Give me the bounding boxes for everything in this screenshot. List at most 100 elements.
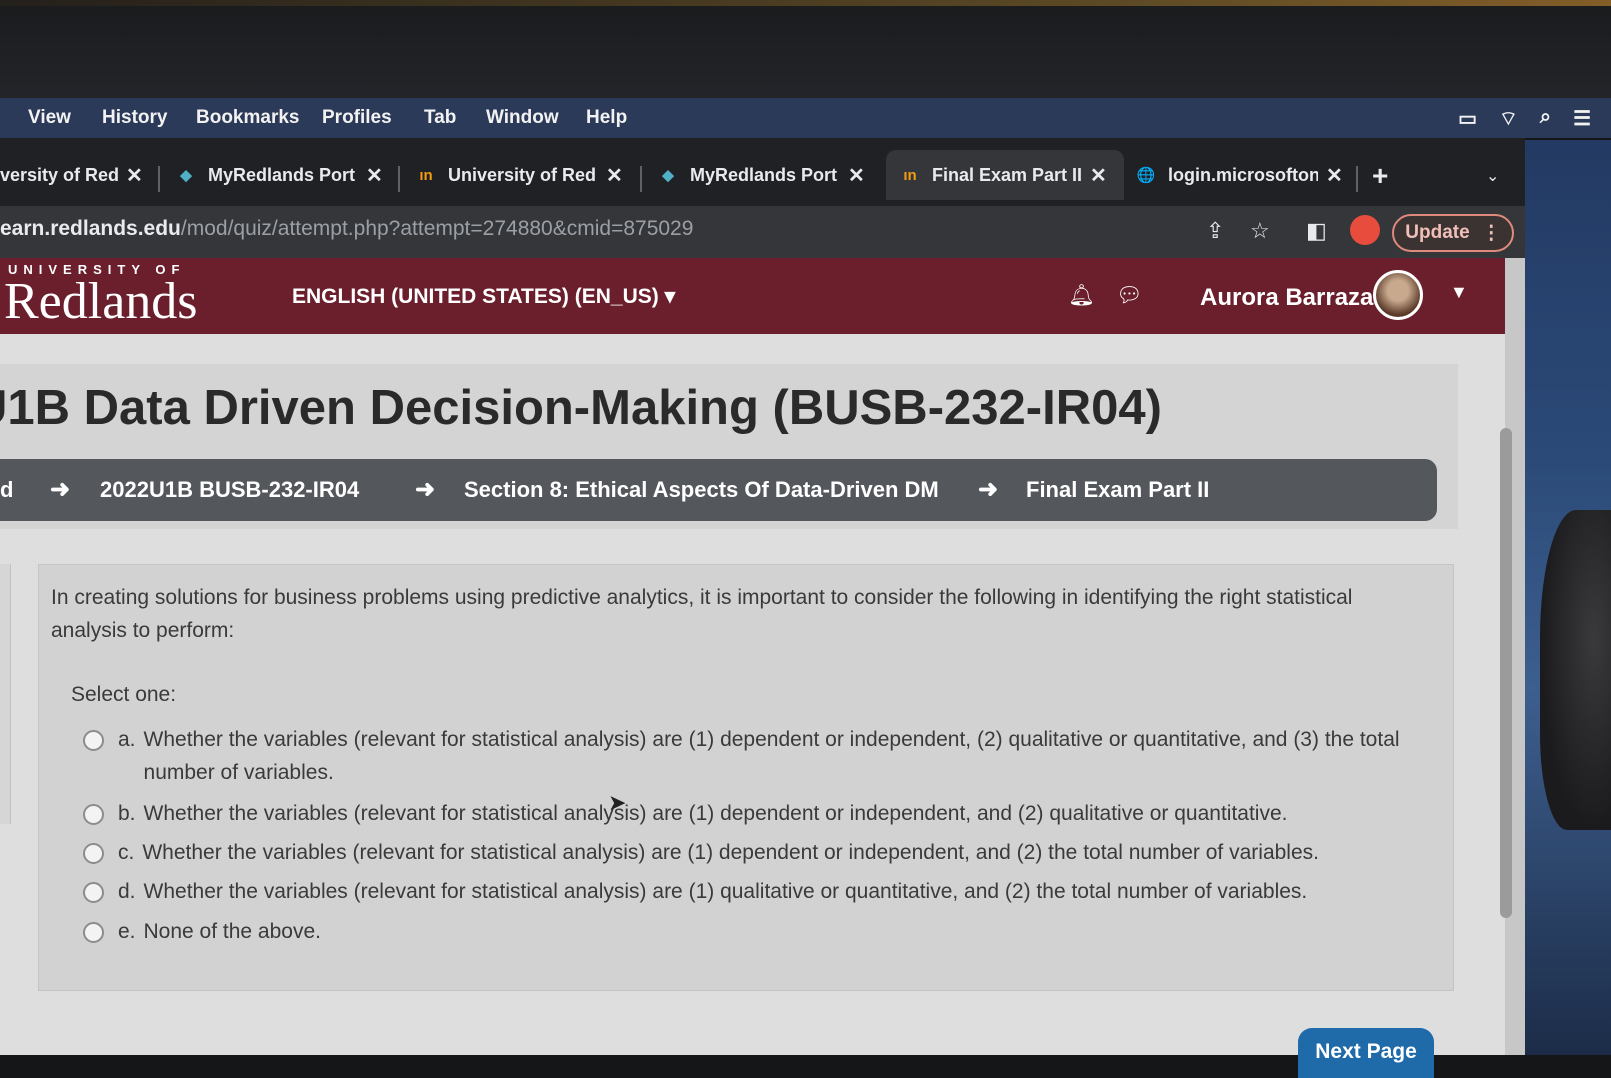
- close-icon[interactable]: ✕: [1326, 163, 1343, 188]
- tab-strip: versity of Red ✕ ◆ MyRedlands Port ✕ ın …: [0, 138, 1525, 206]
- tab-login-microsoftonline[interactable]: 🌐 login.microsofton ✕: [1134, 150, 1354, 200]
- tab-label: MyRedlands Port: [208, 164, 356, 185]
- notification-bell-icon[interactable]: 🔔︎: [1068, 284, 1095, 308]
- browser-window: versity of Red ✕ ◆ MyRedlands Port ✕ ın …: [0, 138, 1525, 1055]
- radio-button[interactable]: [83, 730, 104, 751]
- answer-option-e[interactable]: e. None of the above.: [83, 915, 1403, 948]
- menu-tab[interactable]: Tab: [424, 107, 456, 129]
- tab-label: login.microsofton: [1168, 164, 1318, 185]
- url-path: /mod/quiz/attempt.php?attempt=274880&cmi…: [180, 217, 694, 240]
- arrow-right-icon: ➜: [50, 476, 71, 503]
- answer-option-a[interactable]: a. Whether the variables (relevant for s…: [83, 723, 1403, 789]
- answer-option-b[interactable]: b. Whether the variables (relevant for s…: [83, 797, 1403, 830]
- close-icon[interactable]: ✕: [1090, 163, 1107, 188]
- language-selector[interactable]: ENGLISH (UNITED STATES) (EN_US) ▾: [292, 284, 675, 309]
- side-panel-icon[interactable]: ◧: [1306, 218, 1327, 244]
- close-icon[interactable]: ✕: [606, 163, 623, 188]
- redlands-logo[interactable]: Redlands: [4, 272, 198, 331]
- address-bar[interactable]: earn.redlands.edu/mod/quiz/attempt.php?a…: [0, 217, 693, 241]
- tab-university-of-redlands-2[interactable]: ın University of Red ✕: [414, 150, 638, 200]
- user-avatar[interactable]: [1373, 270, 1423, 320]
- question-card: In creating solutions for business probl…: [38, 564, 1454, 991]
- question-text: In creating solutions for business probl…: [51, 586, 1353, 642]
- sharepoint-favicon-icon: ◆: [180, 167, 192, 184]
- tab-label: versity of Red: [0, 164, 118, 185]
- kebab-menu-icon[interactable]: ⋮: [1482, 222, 1501, 245]
- mouse-cursor-icon: ➤: [608, 790, 627, 815]
- radio-button[interactable]: [83, 804, 104, 825]
- update-label: Update: [1405, 222, 1470, 243]
- macos-menu-bar: View History Bookmarks Profiles Tab Wind…: [0, 98, 1611, 138]
- option-letter: b.: [118, 802, 136, 825]
- option-text: Whether the variables (relevant for stat…: [143, 802, 1288, 825]
- tab-myredlands-portal-1[interactable]: ◆ MyRedlands Port ✕: [174, 150, 394, 200]
- tab-separator: [158, 166, 160, 192]
- sharepoint-favicon-icon: ◆: [662, 167, 674, 184]
- option-letter: c.: [118, 841, 135, 864]
- option-text: Whether the variables (relevant for stat…: [143, 880, 1308, 903]
- spotlight-search-icon[interactable]: ⌕: [1540, 106, 1551, 131]
- answer-option-c[interactable]: c. Whether the variables (relevant for s…: [83, 836, 1403, 869]
- moodle-favicon-icon: ın: [419, 166, 433, 184]
- radio-button[interactable]: [83, 922, 104, 943]
- option-letter: e.: [118, 920, 136, 943]
- wifi-icon[interactable]: ⌔: [1499, 106, 1518, 131]
- wallpaper-rock: [1540, 510, 1611, 830]
- scrollbar-thumb[interactable]: [1500, 428, 1512, 918]
- update-button[interactable]: Update ⋮: [1392, 214, 1514, 252]
- radio-button[interactable]: [83, 882, 104, 903]
- chevron-down-icon[interactable]: ▼: [1450, 282, 1468, 303]
- breadcrumb-item-quiz[interactable]: Final Exam Part II: [1026, 477, 1209, 503]
- close-icon[interactable]: ✕: [848, 163, 865, 188]
- breadcrumb-item-course[interactable]: 2022U1B BUSB-232-IR04: [100, 477, 359, 503]
- tab-separator: [640, 166, 642, 192]
- menu-view[interactable]: View: [28, 107, 71, 129]
- menu-window[interactable]: Window: [486, 107, 559, 129]
- arrow-right-icon: ➜: [978, 476, 999, 503]
- select-one-label: Select one:: [71, 683, 177, 706]
- tab-label: MyRedlands Port: [690, 164, 838, 185]
- share-icon[interactable]: ⇪: [1206, 218, 1224, 244]
- bookmark-star-icon[interactable]: ☆: [1250, 218, 1270, 244]
- menu-history[interactable]: History: [102, 107, 167, 129]
- messages-chat-icon[interactable]: 💬︎: [1116, 284, 1143, 308]
- tab-label: Final Exam Part II: [932, 164, 1082, 185]
- page-title: U1B Data Driven Decision-Making (BUSB-23…: [0, 381, 1162, 435]
- next-page-button[interactable]: Next Page: [1298, 1028, 1434, 1078]
- moodle-favicon-icon: ın: [903, 166, 917, 184]
- option-text: None of the above.: [143, 920, 321, 943]
- tab-myredlands-portal-2[interactable]: ◆ MyRedlands Port ✕: [656, 150, 878, 200]
- tab-university-of-redlands-1[interactable]: versity of Red ✕: [0, 150, 160, 200]
- moodle-header: UNIVERSITY OF Redlands ENGLISH (UNITED S…: [0, 258, 1505, 334]
- url-host: earn.redlands.edu: [0, 217, 181, 240]
- breadcrumb-item-home[interactable]: d: [0, 477, 13, 503]
- question-info-panel: [0, 564, 11, 824]
- bezel-strip: [0, 0, 1611, 6]
- new-tab-button[interactable]: +: [1372, 160, 1388, 192]
- breadcrumb: d ➜ 2022U1B BUSB-232-IR04 ➜ Section 8: E…: [0, 459, 1437, 521]
- battery-icon[interactable]: ▭: [1458, 106, 1477, 131]
- tab-separator: [1356, 166, 1358, 192]
- user-name[interactable]: Aurora Barraza: [1200, 284, 1373, 312]
- option-text: Whether the variables (relevant for stat…: [143, 728, 1400, 784]
- menu-profiles[interactable]: Profiles: [322, 107, 392, 129]
- tab-separator: [398, 166, 400, 192]
- menu-help[interactable]: Help: [586, 107, 627, 129]
- close-icon[interactable]: ✕: [366, 163, 383, 188]
- tab-label: University of Red: [448, 164, 597, 185]
- tab-search-chevron-icon[interactable]: ⌄: [1486, 166, 1499, 186]
- browser-toolbar: earn.redlands.edu/mod/quiz/attempt.php?a…: [0, 206, 1525, 258]
- globe-icon: 🌐: [1136, 167, 1156, 184]
- control-center-icon[interactable]: ☰: [1573, 106, 1591, 131]
- option-text: Whether the variables (relevant for stat…: [142, 841, 1319, 864]
- course-header-panel: U1B Data Driven Decision-Making (BUSB-23…: [0, 364, 1458, 529]
- answer-option-d[interactable]: d. Whether the variables (relevant for s…: [83, 875, 1403, 908]
- radio-button[interactable]: [83, 843, 104, 864]
- tab-final-exam-part-ii[interactable]: ın Final Exam Part II ✕: [886, 150, 1124, 200]
- page-content: U1B Data Driven Decision-Making (BUSB-23…: [0, 334, 1505, 1055]
- profile-avatar-icon[interactable]: [1350, 215, 1380, 245]
- option-letter: a.: [118, 728, 136, 751]
- menu-bookmarks[interactable]: Bookmarks: [196, 107, 300, 129]
- breadcrumb-item-section[interactable]: Section 8: Ethical Aspects Of Data-Drive…: [464, 477, 939, 503]
- close-icon[interactable]: ✕: [126, 163, 143, 188]
